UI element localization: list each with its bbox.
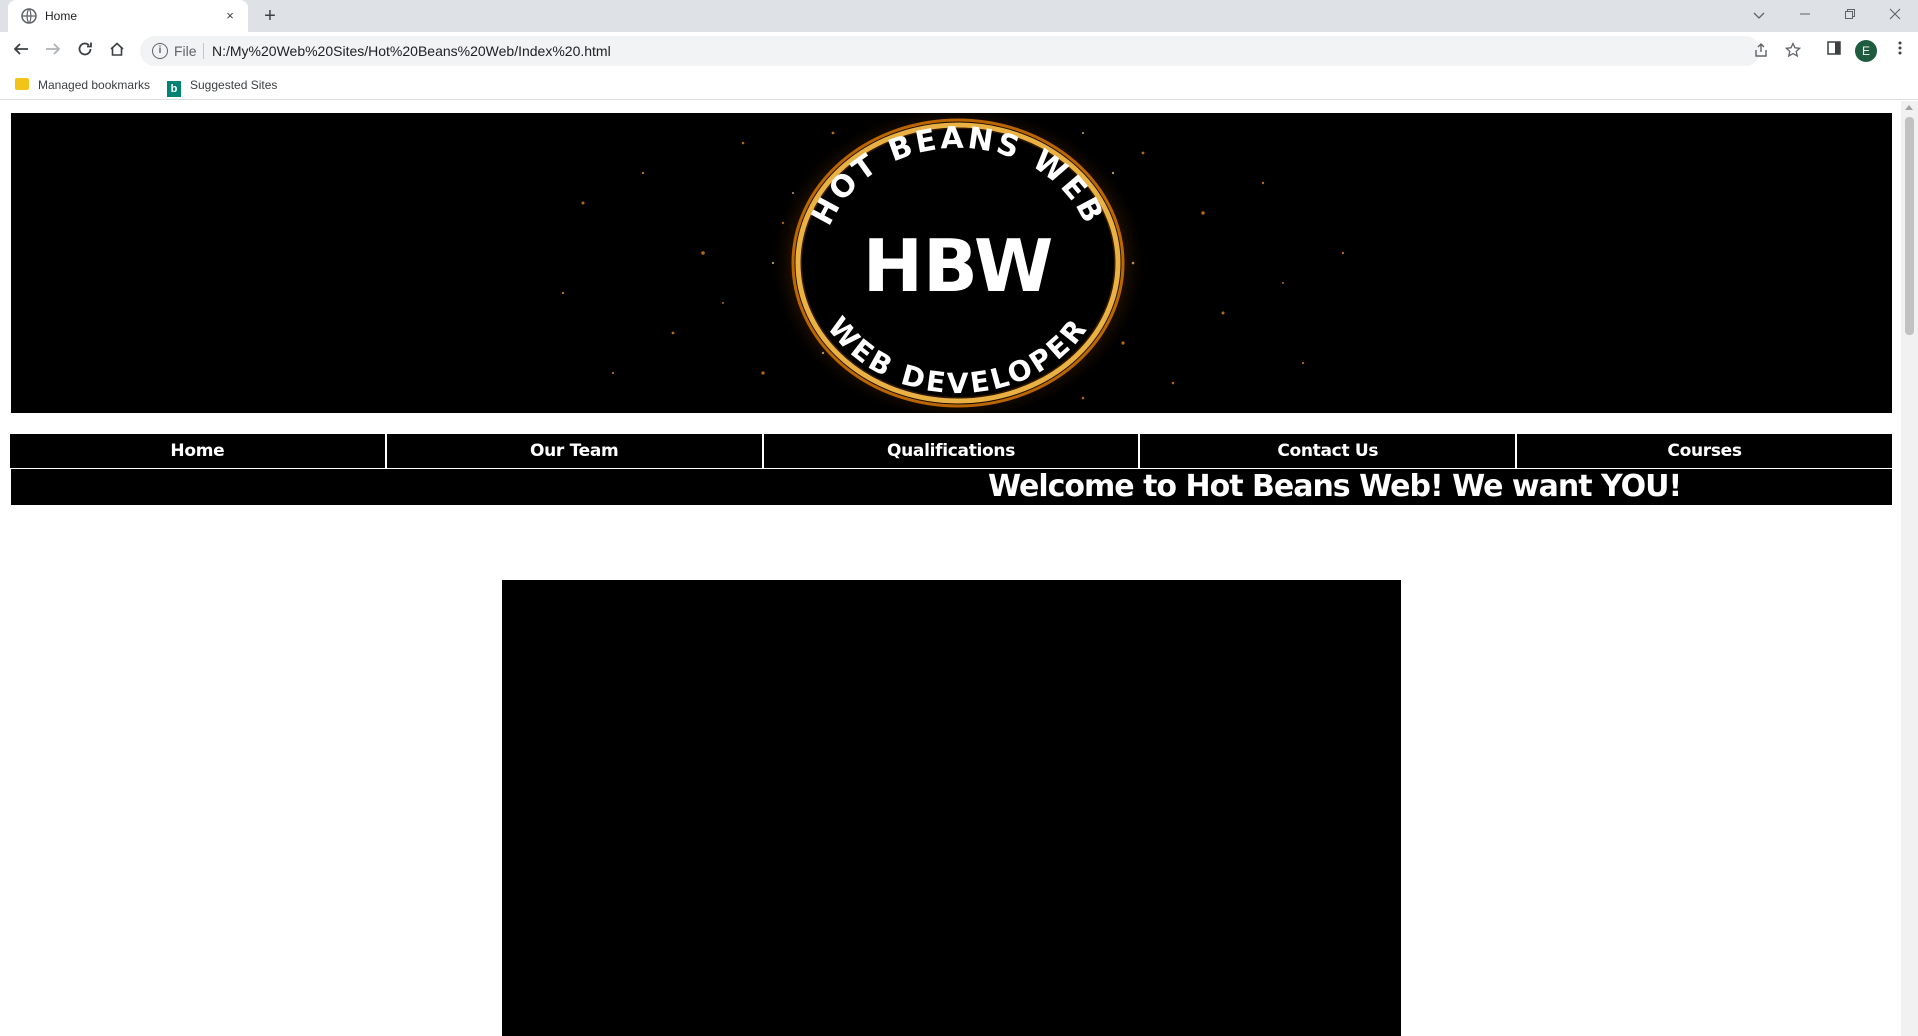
nav-courses[interactable]: Courses [1517,434,1892,468]
restore-icon[interactable] [1838,4,1862,26]
bookmark-label: Suggested Sites [190,78,278,92]
home-icon[interactable] [106,40,128,62]
main-nav: Home Our Team Qualifications Contact Us … [10,434,1892,468]
profile-avatar[interactable]: E [1855,40,1877,62]
back-icon[interactable] [10,40,32,62]
browser-toolbar: i File N:/My%20Web%20Sites/Hot%20Beans%2… [0,32,1918,70]
tab-close-icon[interactable]: × [222,8,238,24]
nav-qualifications[interactable]: Qualifications [763,434,1139,468]
globe-icon [21,8,37,24]
nav-contact-us[interactable]: Contact Us [1140,434,1516,468]
video-player[interactable] [502,580,1401,1036]
tab-strip: Home × + [0,0,1918,32]
bing-icon: b [167,81,181,97]
address-bar[interactable]: i File N:/My%20Web%20Sites/Hot%20Beans%2… [140,36,1802,66]
close-icon[interactable] [1883,4,1907,26]
info-icon[interactable]: i [152,43,168,59]
side-panel-icon[interactable] [1823,40,1845,62]
page-viewport[interactable]: HOT BEANS WEB HBW WEB DEVELOPER Home Our… [0,101,1918,1036]
kebab-menu-icon[interactable] [1889,40,1911,62]
forward-icon[interactable] [42,40,64,62]
page-scrollbar[interactable] [1901,101,1918,1036]
star-icon[interactable] [1784,41,1802,60]
browser-tab-home[interactable]: Home × [8,0,248,32]
bookmark-suggested-sites[interactable]: b Suggested Sites [167,76,278,97]
nav-home[interactable]: Home [10,434,385,468]
bookmark-managed[interactable]: Managed bookmarks [15,76,150,94]
svg-text:HBW: HBW [863,224,1054,308]
omnibox-scheme: File [174,43,197,59]
reload-icon[interactable] [74,40,96,62]
bookmark-label: Managed bookmarks [38,78,151,92]
tab-title: Home [45,9,78,23]
header-banner: HOT BEANS WEB HBW WEB DEVELOPER [11,113,1892,413]
tab-search-icon[interactable] [1747,4,1771,26]
welcome-marquee: Welcome to Hot Beans Web! We want YOU! [11,469,1892,505]
hot-beans-web-logo: HOT BEANS WEB HBW WEB DEVELOPER [561,113,1345,413]
welcome-text: Welcome to Hot Beans Web! We want YOU! [988,469,1682,504]
minimize-icon[interactable] [1793,4,1817,26]
share-icon[interactable] [1752,42,1770,60]
nav-our-team[interactable]: Our Team [386,434,762,468]
bookmarks-bar: Managed bookmarks b Suggested Sites [0,70,1918,100]
scroll-thumb[interactable] [1905,117,1914,335]
url-text[interactable]: N:/My%20Web%20Sites/Hot%20Beans%20Web/In… [212,43,611,59]
folder-icon [15,78,29,90]
new-tab-button[interactable]: + [260,6,280,26]
omnibox-separator [203,43,204,59]
scroll-up-arrow[interactable] [1905,105,1913,110]
